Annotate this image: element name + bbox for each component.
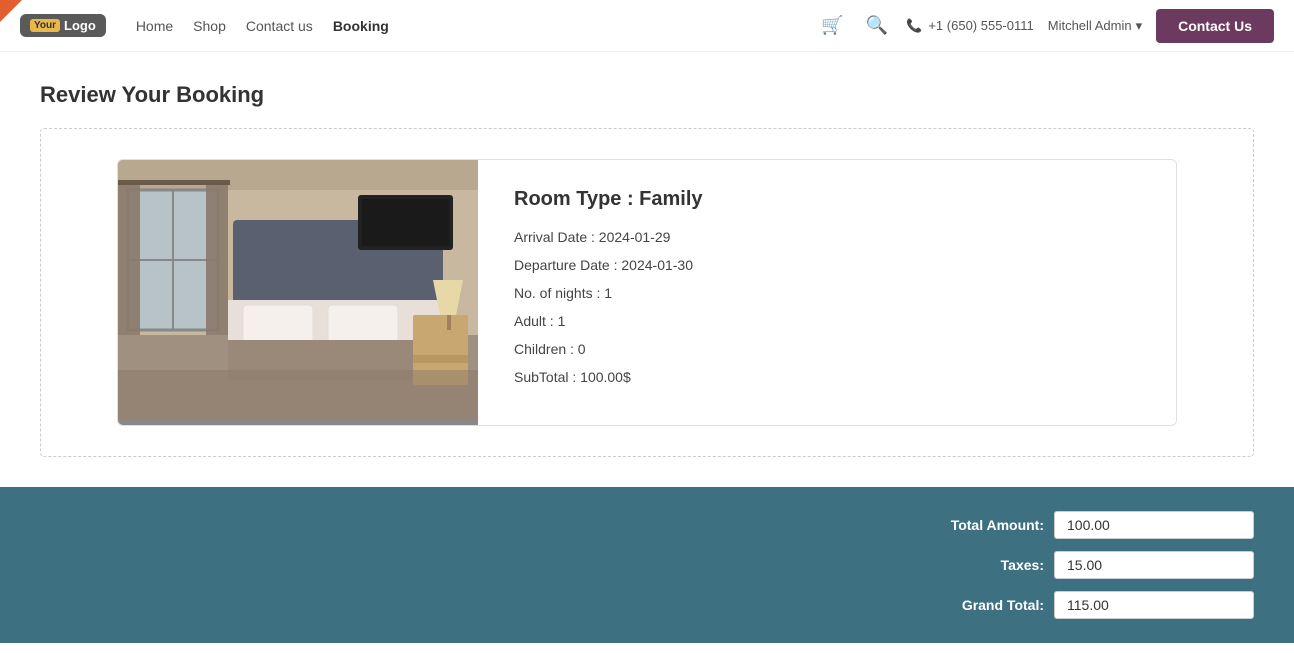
nav-contact[interactable]: Contact us	[246, 18, 313, 34]
phone-info: 📞 +1 (650) 555-0111	[906, 18, 1034, 34]
grand-total-label: Grand Total:	[914, 597, 1044, 613]
cart-icon[interactable]: 🛒	[817, 11, 847, 40]
grand-total-value[interactable]: 115.00	[1054, 591, 1254, 619]
logo[interactable]: Your Logo	[20, 14, 106, 37]
contact-us-button[interactable]: Contact Us	[1156, 9, 1274, 43]
room-details: Room Type : Family Arrival Date : 2024-0…	[478, 160, 1176, 425]
logo-tag: Your	[30, 19, 60, 32]
total-amount-value[interactable]: 100.00	[1054, 511, 1254, 539]
booking-card-wrapper: Room Type : Family Arrival Date : 2024-0…	[40, 128, 1254, 457]
room-image	[118, 160, 478, 425]
room-type-title: Room Type : Family	[514, 188, 1140, 211]
nav-links: Home Shop Contact us Booking	[136, 18, 818, 34]
grand-total-row: Grand Total: 115.00	[914, 591, 1254, 619]
phone-number: +1 (650) 555-0111	[928, 18, 1033, 33]
user-name: Mitchell Admin	[1048, 18, 1132, 33]
nav-shop[interactable]: Shop	[193, 18, 226, 34]
nav-booking[interactable]: Booking	[333, 18, 389, 34]
children-count: Children : 0	[514, 341, 1140, 357]
total-amount-row: Total Amount: 100.00	[914, 511, 1254, 539]
arrival-date: Arrival Date : 2024-01-29	[514, 229, 1140, 245]
phone-icon: 📞	[906, 18, 922, 34]
room-image-svg	[118, 160, 478, 420]
search-icon[interactable]: 🔍	[862, 11, 892, 40]
totals-table: Total Amount: 100.00 Taxes: 15.00 Grand …	[40, 511, 1254, 619]
logo-text: Logo	[64, 18, 96, 33]
nav-home[interactable]: Home	[136, 18, 173, 34]
totals-section: Total Amount: 100.00 Taxes: 15.00 Grand …	[0, 487, 1294, 643]
navbar-right: 🛒 🔍 📞 +1 (650) 555-0111 Mitchell Admin ▾…	[817, 9, 1274, 43]
odoo-corner-tag	[0, 0, 22, 22]
adult-count: Adult : 1	[514, 313, 1140, 329]
user-menu[interactable]: Mitchell Admin ▾	[1048, 18, 1142, 34]
subtotal: SubTotal : 100.00$	[514, 369, 1140, 385]
departure-date: Departure Date : 2024-01-30	[514, 257, 1140, 273]
nights-count: No. of nights : 1	[514, 285, 1140, 301]
navbar: Your Logo Home Shop Contact us Booking 🛒…	[0, 0, 1294, 52]
booking-card: Room Type : Family Arrival Date : 2024-0…	[117, 159, 1177, 426]
taxes-value[interactable]: 15.00	[1054, 551, 1254, 579]
main-content: Review Your Booking	[0, 52, 1294, 487]
taxes-row: Taxes: 15.00	[914, 551, 1254, 579]
page-title: Review Your Booking	[40, 82, 1254, 108]
total-amount-label: Total Amount:	[914, 517, 1044, 533]
chevron-down-icon: ▾	[1136, 18, 1143, 34]
taxes-label: Taxes:	[914, 557, 1044, 573]
